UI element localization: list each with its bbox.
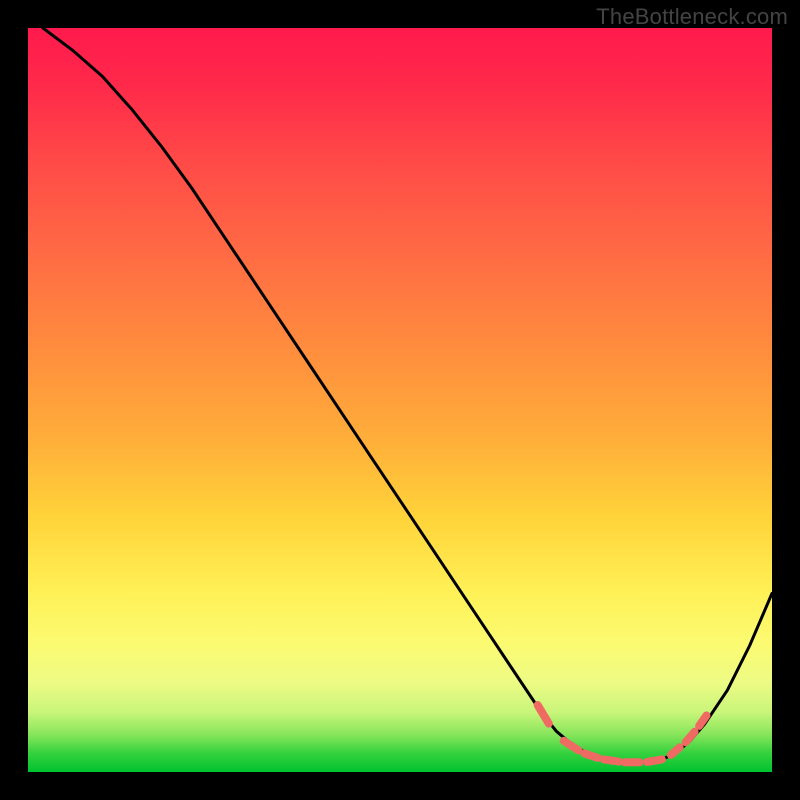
marker-segment xyxy=(585,753,598,758)
marker-segment xyxy=(647,759,662,762)
bottleneck-curve xyxy=(43,28,772,762)
plot-area xyxy=(28,28,772,772)
highlighted-segments xyxy=(538,705,707,762)
marker-segment xyxy=(538,705,549,724)
marker-segment xyxy=(604,759,619,761)
chart-frame: TheBottleneck.com xyxy=(0,0,800,800)
watermark-text: TheBottleneck.com xyxy=(596,4,788,30)
marker-segment xyxy=(564,741,579,751)
marker-segment xyxy=(671,747,680,755)
marker-segment xyxy=(686,732,695,742)
chart-svg xyxy=(28,28,772,772)
